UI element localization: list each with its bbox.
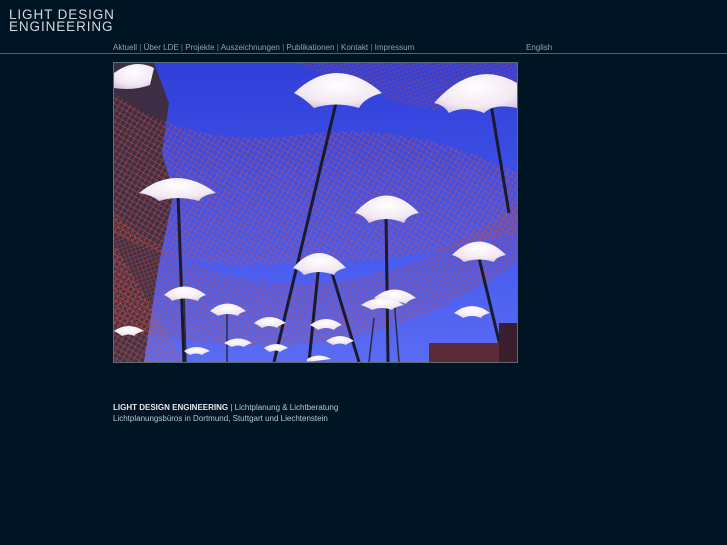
hero-image — [113, 62, 518, 363]
language-switch-english[interactable]: English — [526, 43, 552, 52]
main-navigation: Aktuell | Über LDE | Projekte | Auszeich… — [113, 43, 414, 52]
site-logo[interactable]: LIGHT DESIGN ENGINEERING — [9, 8, 115, 34]
company-name: LIGHT DESIGN ENGINEERING — [113, 403, 229, 412]
header-divider — [0, 53, 727, 54]
logo-line-2: ENGINEERING — [9, 19, 114, 34]
nav-item-projekte[interactable]: Projekte — [185, 43, 214, 52]
nav-item-auszeichnungen[interactable]: Auszeichnungen — [221, 43, 280, 52]
nav-item-impressum[interactable]: Impressum — [375, 43, 415, 52]
footer-info: LIGHT DESIGN ENGINEERING | Lichtplanung … — [113, 402, 338, 424]
nav-item-ueber-lde[interactable]: Über LDE — [144, 43, 179, 52]
footer-line-2: Lichtplanungsbüros in Dortmund, Stuttgar… — [113, 414, 328, 423]
nav-item-kontakt[interactable]: Kontakt — [341, 43, 368, 52]
footer-line-1: LIGHT DESIGN ENGINEERING | Lichtplanung … — [113, 402, 338, 413]
nav-item-aktuell[interactable]: Aktuell — [113, 43, 137, 52]
nav-item-publikationen[interactable]: Publikationen — [286, 43, 334, 52]
company-tagline: | Lichtplanung & Lichtberatung — [228, 403, 339, 412]
